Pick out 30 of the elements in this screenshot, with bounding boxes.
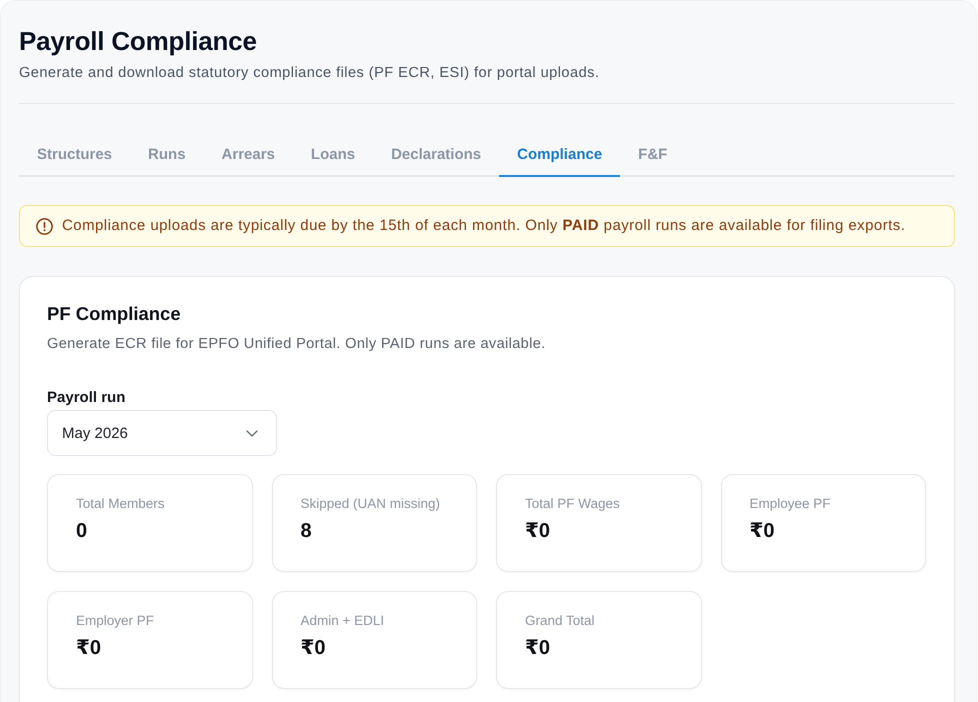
stat-label: Skipped (UAN missing) — [300, 495, 440, 513]
stat-value: 8 — [300, 519, 312, 544]
field-label: Payroll run — [47, 388, 126, 408]
stat-value: ₹0 — [750, 519, 775, 544]
payroll-run-select[interactable]: May 2026 — [47, 410, 277, 456]
stat-value: ₹0 — [300, 636, 326, 661]
tab[interactable]: Declarations — [373, 133, 500, 177]
alert-circle-icon — [36, 218, 53, 234]
stat-label: Employee PF — [750, 495, 831, 513]
tab[interactable]: Structures — [19, 133, 130, 177]
page-subtitle: Generate and download statutory compliance files (PF ECR, ESI) for portal uploads. — [19, 64, 600, 83]
card-title: PF Compliance — [47, 302, 181, 326]
stat-label: Grand Total — [525, 612, 595, 630]
stat-label: Employer PF — [76, 612, 154, 630]
card-description: Generate ECR file for EPFO Unified Portal. Only PAID runs are available. — [47, 335, 546, 354]
tab[interactable]: Compliance — [499, 133, 620, 177]
stat-value: ₹0 — [76, 636, 102, 661]
tab[interactable]: Arrears — [204, 133, 293, 177]
stat-label: Total Members — [76, 495, 165, 513]
tab[interactable]: Loans — [292, 133, 374, 177]
stat-label: Admin + EDLI — [300, 612, 384, 630]
stat-label: Total PF Wages — [525, 495, 620, 513]
page-title: Payroll Compliance — [19, 25, 257, 57]
alert-text: Compliance uploads are typically due by the 15th of each month. Only PAID payroll runs are available for filing exports. — [62, 216, 906, 236]
tab[interactable]: Runs — [130, 133, 204, 177]
chevron-down-icon — [246, 430, 258, 436]
tab[interactable]: F&F — [620, 133, 686, 177]
stat-value: 0 — [76, 519, 88, 544]
stat-value: ₹0 — [525, 519, 550, 544]
stat-value: ₹0 — [525, 636, 550, 661]
